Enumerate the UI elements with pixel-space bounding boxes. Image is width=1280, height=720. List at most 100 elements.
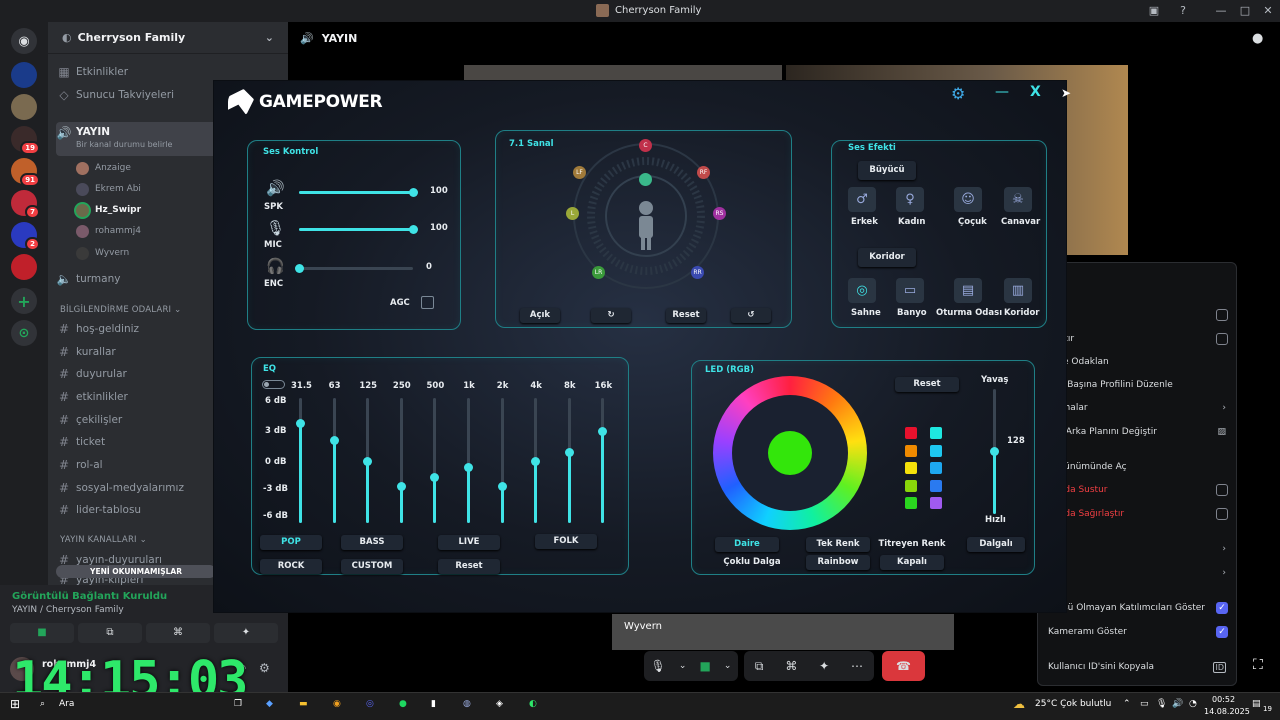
chat-icon[interactable]: ●	[1252, 31, 1263, 46]
color-swatch[interactable]	[905, 497, 917, 509]
led-mode-rainbow[interactable]: Rainbow	[806, 555, 870, 570]
menu-item[interactable]: ucuda Sustur	[1048, 481, 1228, 499]
corridor-icon[interactable]: ▥	[1004, 278, 1032, 303]
server-header[interactable]: ◐ Cherryson Family ⌄	[48, 22, 288, 54]
speaker-channel-rr[interactable]: RR	[691, 266, 704, 279]
menu-item[interactable]: ›	[1048, 564, 1228, 582]
chrome-icon[interactable]: ◉	[333, 699, 341, 709]
effect-label[interactable]: Sahne	[851, 308, 881, 318]
menu-item[interactable]: l	[1048, 271, 1228, 289]
effect-label[interactable]: Canavar	[1001, 217, 1040, 227]
led-mode-coklu-dalga[interactable]: Çoklu Dalga	[715, 555, 789, 570]
slider-knob[interactable]	[329, 435, 339, 445]
activity-icon[interactable]: ⌘	[785, 659, 797, 673]
windows-start-icon[interactable]: ⊞	[10, 697, 20, 711]
eq-band-slider[interactable]	[464, 398, 473, 523]
voice-user[interactable]: Ekrem Abi	[76, 180, 141, 198]
explore-icon[interactable]: ⊙	[11, 320, 37, 346]
server-icon[interactable]: 2	[11, 222, 40, 251]
category-header[interactable]: BİLGİLENDİRME ODALARI ⌄	[60, 305, 182, 315]
color-swatch[interactable]	[905, 462, 917, 474]
speaker-channel-l[interactable]: L	[566, 207, 579, 220]
eq-preset-folk[interactable]: FOLK	[535, 534, 597, 549]
more-icon[interactable]: ⋯	[851, 659, 863, 673]
connection-status[interactable]: Görüntülü Bağlantı Kuruldu	[12, 591, 167, 602]
help-icon[interactable]: ?	[1176, 4, 1190, 18]
file-explorer-icon[interactable]: ▬	[299, 699, 308, 709]
checkbox[interactable]	[1216, 309, 1228, 321]
server-icon[interactable]: 91	[11, 158, 40, 187]
search-label[interactable]: Ara	[59, 699, 74, 709]
color-swatch[interactable]	[930, 462, 942, 474]
color-wheel[interactable]	[713, 376, 867, 530]
reset-button[interactable]: Reset	[666, 308, 706, 323]
maximize-icon[interactable]: □	[1238, 4, 1252, 18]
chevron-down-icon[interactable]: ⌄	[724, 661, 732, 671]
eq-preset-rock[interactable]: ROCK	[260, 559, 322, 574]
slider-knob[interactable]	[598, 427, 608, 437]
gamepower-taskbar-icon[interactable]: ◐	[529, 699, 537, 709]
eq-band-slider[interactable]	[363, 398, 373, 523]
eq-preset-live[interactable]: LIVE	[438, 535, 500, 550]
fullscreen-icon[interactable]: ⛶	[1253, 657, 1263, 673]
menu-item[interactable]: Kullanıcı ID'sini Kopyala ID	[1048, 658, 1228, 676]
server-icon[interactable]: 7	[11, 190, 40, 219]
menu-item[interactable]: ntü Arka Planını Değiştir ▨	[1048, 423, 1228, 441]
weather-icon[interactable]: ☁	[1013, 697, 1025, 711]
color-swatch[interactable]	[905, 444, 917, 457]
eq-preset-pop[interactable]: POP	[260, 535, 322, 550]
color-swatch[interactable]	[930, 479, 942, 492]
rotate-left-button[interactable]: ↺	[731, 308, 771, 323]
app-icon[interactable]: ◈	[496, 699, 503, 709]
eq-toggle[interactable]	[262, 380, 285, 389]
checkbox[interactable]	[1216, 333, 1228, 345]
discord-icon[interactable]: ◎	[366, 699, 374, 709]
voice-channel-status[interactable]: Bir kanal durumu belirle	[76, 140, 172, 149]
server-icon[interactable]: 19	[11, 126, 40, 155]
checkbox[interactable]	[1216, 484, 1228, 496]
menu-item[interactable]: ur	[1048, 306, 1228, 324]
led-mode-daire[interactable]: Daire	[715, 537, 779, 552]
acik-button[interactable]: Açık	[520, 308, 560, 323]
eq-band-slider[interactable]	[564, 398, 574, 523]
speed-slider[interactable]	[990, 389, 999, 514]
video-tile[interactable]: Wyvern	[612, 614, 954, 650]
server-icon[interactable]	[11, 62, 37, 88]
unread-pill[interactable]: YENİ OKUNMAMIŞLAR	[56, 565, 216, 578]
camera-button[interactable]: ■	[10, 623, 74, 643]
category-header[interactable]: YAYIN KANALLARI ⌄	[60, 535, 147, 545]
speaker-channel-lf[interactable]: LF	[573, 166, 586, 179]
slider-knob[interactable]	[296, 419, 305, 428]
eq-preset-custom[interactable]: CUSTOM	[341, 559, 403, 574]
slider-knob[interactable]	[990, 447, 999, 457]
eq-preset-bass[interactable]: BASS	[341, 535, 403, 550]
led-mode-titreyen-renk[interactable]: Titreyen Renk	[875, 537, 949, 552]
monster-icon[interactable]: ☠	[1004, 187, 1032, 212]
menu-item[interactable]: rlaştır	[1048, 330, 1228, 348]
screen-share-icon[interactable]: ⧉	[755, 659, 764, 674]
color-swatch[interactable]	[930, 427, 942, 439]
voice-user[interactable]: rohammj4	[76, 222, 141, 240]
app-icon[interactable]: ◆	[266, 699, 273, 709]
led-mode-dalgali[interactable]: Dalgalı	[967, 537, 1025, 552]
child-icon[interactable]: ☺	[954, 187, 982, 212]
color-swatch[interactable]	[905, 479, 917, 492]
effect-group-button[interactable]: Büyücü	[858, 161, 916, 180]
led-reset-button[interactable]: Reset	[895, 377, 959, 392]
eq-band-slider[interactable]	[531, 398, 541, 523]
wifi-icon[interactable]: ◔	[1189, 699, 1197, 709]
connection-location[interactable]: YAYIN / Cherryson Family	[12, 605, 124, 615]
soundboard-button[interactable]: ✦	[214, 623, 278, 643]
notification-icon[interactable]: ▤	[1252, 699, 1261, 709]
listener-dot[interactable]	[639, 173, 652, 186]
effect-label[interactable]: Oturma Odası	[936, 308, 1002, 318]
color-swatch[interactable]	[905, 427, 917, 439]
mic-control[interactable]: 🎙 ⌄ ■ ⌄	[644, 651, 738, 681]
voice-user[interactable]: Hz_Swipr	[76, 201, 141, 219]
slider-knob[interactable]	[464, 463, 473, 473]
speaker-channel-lr[interactable]: LR	[592, 266, 605, 279]
inbox-icon[interactable]: ▣	[1147, 4, 1161, 18]
voice-user[interactable]: Anzaige	[76, 159, 131, 177]
time-label[interactable]: 00:52	[1212, 695, 1235, 704]
speaker-channel-rf[interactable]: RF	[697, 166, 710, 179]
